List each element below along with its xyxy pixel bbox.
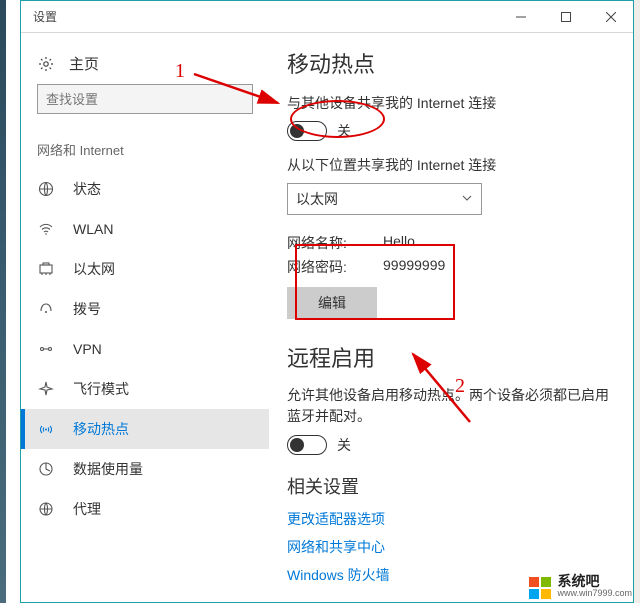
proxy-icon [37,500,55,518]
hotspot-icon [37,420,55,438]
sidebar-item-dialup[interactable]: 拨号 [21,289,269,329]
annotation-circle-toggle [290,100,385,138]
related-heading: 相关设置 [287,473,615,499]
close-button[interactable] [588,1,633,32]
globe-icon [37,180,55,198]
watermark-title: 系统吧 [557,574,632,589]
ethernet-icon [37,260,55,278]
link-adapter-options[interactable]: 更改适配器选项 [287,509,615,529]
minimize-button[interactable] [498,1,543,32]
sidebar-item-label: 拨号 [73,299,101,319]
sidebar-item-status[interactable]: 状态 [21,169,269,209]
sidebar: 主页 网络和 Internet 状态 WLAN [21,33,269,602]
maximize-button[interactable] [543,1,588,32]
watermark: 系统吧 www.win7999.com [529,574,632,599]
share-from-value: 以太网 [296,189,338,209]
page-heading: 移动热点 [287,47,615,79]
vpn-icon [37,340,55,358]
sidebar-item-hotspot[interactable]: 移动热点 [21,409,269,449]
sidebar-item-label: VPN [73,341,102,357]
sidebar-item-ethernet[interactable]: 以太网 [21,249,269,289]
search-input[interactable] [37,84,253,114]
titlebar: 设置 [21,1,633,33]
remote-toggle-state: 关 [337,435,351,455]
remote-description: 允许其他设备启用移动热点。两个设备必须都已启用蓝牙并配对。 [287,385,615,427]
sidebar-item-wlan[interactable]: WLAN [21,209,269,249]
chevron-down-icon [461,191,473,207]
link-network-center[interactable]: 网络和共享中心 [287,537,615,557]
remote-toggle[interactable] [287,435,327,455]
gear-icon [37,55,55,73]
watermark-logo-icon [529,577,551,599]
sidebar-item-datausage[interactable]: 数据使用量 [21,449,269,489]
airplane-icon [37,380,55,398]
watermark-url: www.win7999.com [557,589,632,599]
share-from-select[interactable]: 以太网 [287,183,482,215]
home-label: 主页 [69,53,99,74]
sidebar-item-label: 以太网 [73,259,115,279]
sidebar-item-label: 数据使用量 [73,459,143,479]
data-usage-icon [37,460,55,478]
home-link[interactable]: 主页 [21,47,269,84]
sidebar-category: 网络和 Internet [21,130,269,169]
window-title: 设置 [33,8,57,25]
dialup-icon [37,300,55,318]
share-from-label: 从以下位置共享我的 Internet 连接 [287,155,615,175]
wifi-icon [37,220,55,238]
annotation-box-credentials [295,244,455,320]
sidebar-item-label: 飞行模式 [73,379,129,399]
sidebar-item-label: 移动热点 [73,419,129,439]
sidebar-item-label: 代理 [73,499,101,519]
sidebar-item-label: 状态 [73,179,101,199]
remote-heading: 远程启用 [287,341,615,373]
sidebar-item-label: WLAN [73,221,113,237]
titlebar-actions [498,1,633,32]
sidebar-item-proxy[interactable]: 代理 [21,489,269,529]
sidebar-item-airplane[interactable]: 飞行模式 [21,369,269,409]
sidebar-item-vpn[interactable]: VPN [21,329,269,369]
